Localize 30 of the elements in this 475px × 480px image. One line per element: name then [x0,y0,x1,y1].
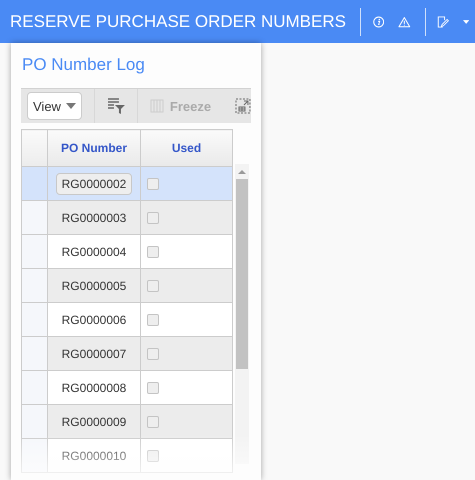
caret-icon [66,103,76,109]
used-checkbox[interactable] [147,178,159,190]
po-number-cell-text: RG0000006 [60,312,128,326]
po-number-cell-text: RG0000004 [60,244,128,258]
used-checkbox[interactable] [147,382,159,394]
po-number-cell-text: RG0000008 [60,380,128,394]
dropdown-caret-icon[interactable] [462,18,469,24]
po-number-cell-text: RG0000003 [60,210,128,224]
column-header[interactable]: PO Number [48,130,140,166]
used-checkbox[interactable] [147,280,159,292]
panel-title: PO Number Log [22,55,146,76]
view-button[interactable]: View [27,92,82,120]
expand-icon[interactable] [235,98,251,114]
used-checkbox[interactable] [147,314,159,326]
window-title: RESERVE PURCHASE ORDER NUMBERS [10,12,346,32]
columns-icon [150,99,164,113]
filter-icon[interactable] [106,98,125,114]
po-number-cell-text: RG0000005 [60,278,128,292]
scrollbar[interactable] [235,164,249,464]
po-number-button[interactable]: RG0000002 [56,172,132,194]
used-checkbox[interactable] [147,246,159,258]
po-number-cell-text: RG0000007 [60,346,128,360]
column-header[interactable]: Used [140,130,232,166]
scroll-up-arrow-icon[interactable] [236,168,248,176]
used-checkbox[interactable] [147,212,159,224]
used-checkbox[interactable] [147,416,159,428]
po-number-cell-text: RG0000010 [60,448,128,462]
used-checkbox[interactable] [147,348,159,360]
used-checkbox[interactable] [147,450,159,462]
po-number-cell-text: RG0000009 [60,414,128,428]
